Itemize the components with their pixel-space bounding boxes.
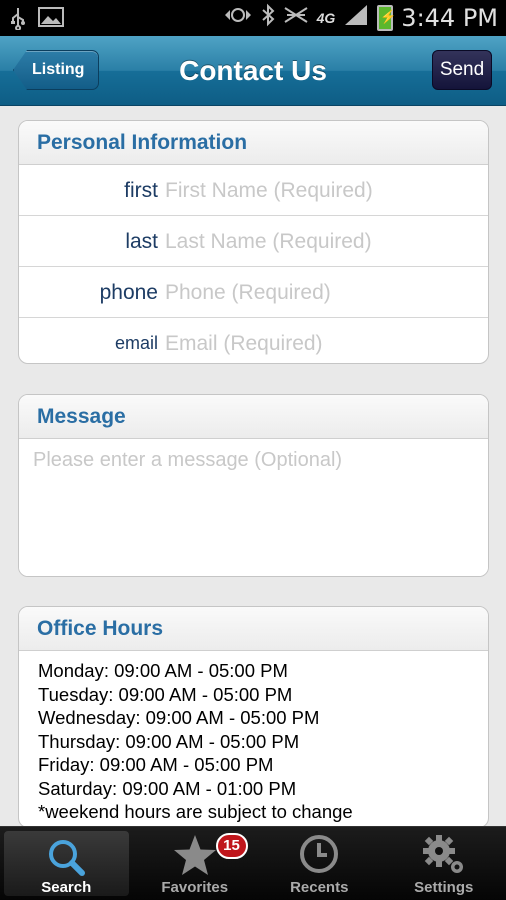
last-name-row: last bbox=[19, 216, 488, 267]
bluetooth-icon bbox=[261, 3, 275, 34]
first-name-field[interactable] bbox=[165, 173, 475, 208]
email-row: email bbox=[19, 318, 488, 363]
first-name-row: first bbox=[19, 165, 488, 216]
hours-line: Tuesday: 09:00 AM - 05:00 PM bbox=[38, 683, 293, 705]
hours-line: Friday: 09:00 AM - 05:00 PM bbox=[38, 754, 274, 775]
phone-field[interactable] bbox=[165, 275, 475, 310]
gear-icon bbox=[382, 827, 506, 873]
hours-line: Thursday: 09:00 AM - 05:00 PM bbox=[38, 730, 300, 752]
signal-icon bbox=[343, 3, 369, 34]
hours-note: *weekend hours are subject to change bbox=[38, 801, 353, 822]
clock-icon bbox=[257, 827, 382, 873]
favorites-count-badge: 15 bbox=[215, 833, 248, 859]
nav-bar: Contact Us Listing Send bbox=[0, 36, 506, 106]
message-input[interactable] bbox=[19, 439, 488, 576]
tab-recents[interactable]: Recents bbox=[257, 827, 382, 900]
personal-information-panel: Personal Information first last phone em… bbox=[18, 120, 489, 364]
back-button[interactable]: Listing bbox=[13, 50, 99, 90]
email-label: email bbox=[114, 333, 158, 353]
send-button[interactable]: Send bbox=[432, 50, 492, 90]
mute-icon bbox=[283, 4, 309, 33]
image-icon bbox=[38, 6, 64, 37]
message-header: Message bbox=[19, 395, 488, 439]
office-hours-header: Office Hours bbox=[19, 607, 488, 651]
tab-recents-label: Recents bbox=[290, 879, 349, 896]
first-name-label: first bbox=[124, 179, 158, 202]
personal-information-header: Personal Information bbox=[19, 121, 488, 165]
office-hours-panel: Office Hours Monday: 09:00 AM - 05:00 PM… bbox=[18, 606, 489, 828]
tab-bar: Search 15 Favorites Recents Settings bbox=[0, 826, 506, 900]
usb-icon bbox=[10, 6, 26, 37]
last-name-label: last bbox=[125, 230, 158, 253]
hours-line: Saturday: 09:00 AM - 01:00 PM bbox=[38, 777, 297, 799]
phone-row: phone bbox=[19, 267, 488, 318]
data-sync-icon bbox=[223, 4, 253, 33]
tab-settings-label: Settings bbox=[414, 879, 474, 896]
status-bar: 4G 3:44 PM bbox=[0, 0, 506, 36]
hours-line: Wednesday: 09:00 AM - 05:00 PM bbox=[38, 707, 320, 728]
phone-label: phone bbox=[99, 281, 158, 304]
message-panel: Message bbox=[18, 394, 489, 577]
office-hours-list: Monday: 09:00 AM - 05:00 PM Tuesday: 09:… bbox=[19, 651, 488, 824]
network-type-label: 4G bbox=[316, 10, 336, 26]
tab-settings[interactable]: Settings bbox=[382, 827, 506, 900]
tab-search-label: Search bbox=[41, 879, 92, 896]
status-time: 3:44 PM bbox=[401, 4, 498, 32]
email-field[interactable] bbox=[165, 326, 475, 361]
battery-charging-icon bbox=[377, 5, 396, 31]
search-icon bbox=[4, 831, 129, 877]
hours-line: Monday: 09:00 AM - 05:00 PM bbox=[38, 660, 288, 681]
tab-search[interactable]: Search bbox=[4, 831, 129, 896]
last-name-field[interactable] bbox=[165, 224, 475, 259]
tab-favorites-label: Favorites bbox=[161, 879, 229, 896]
tab-favorites[interactable]: 15 Favorites bbox=[133, 827, 258, 900]
